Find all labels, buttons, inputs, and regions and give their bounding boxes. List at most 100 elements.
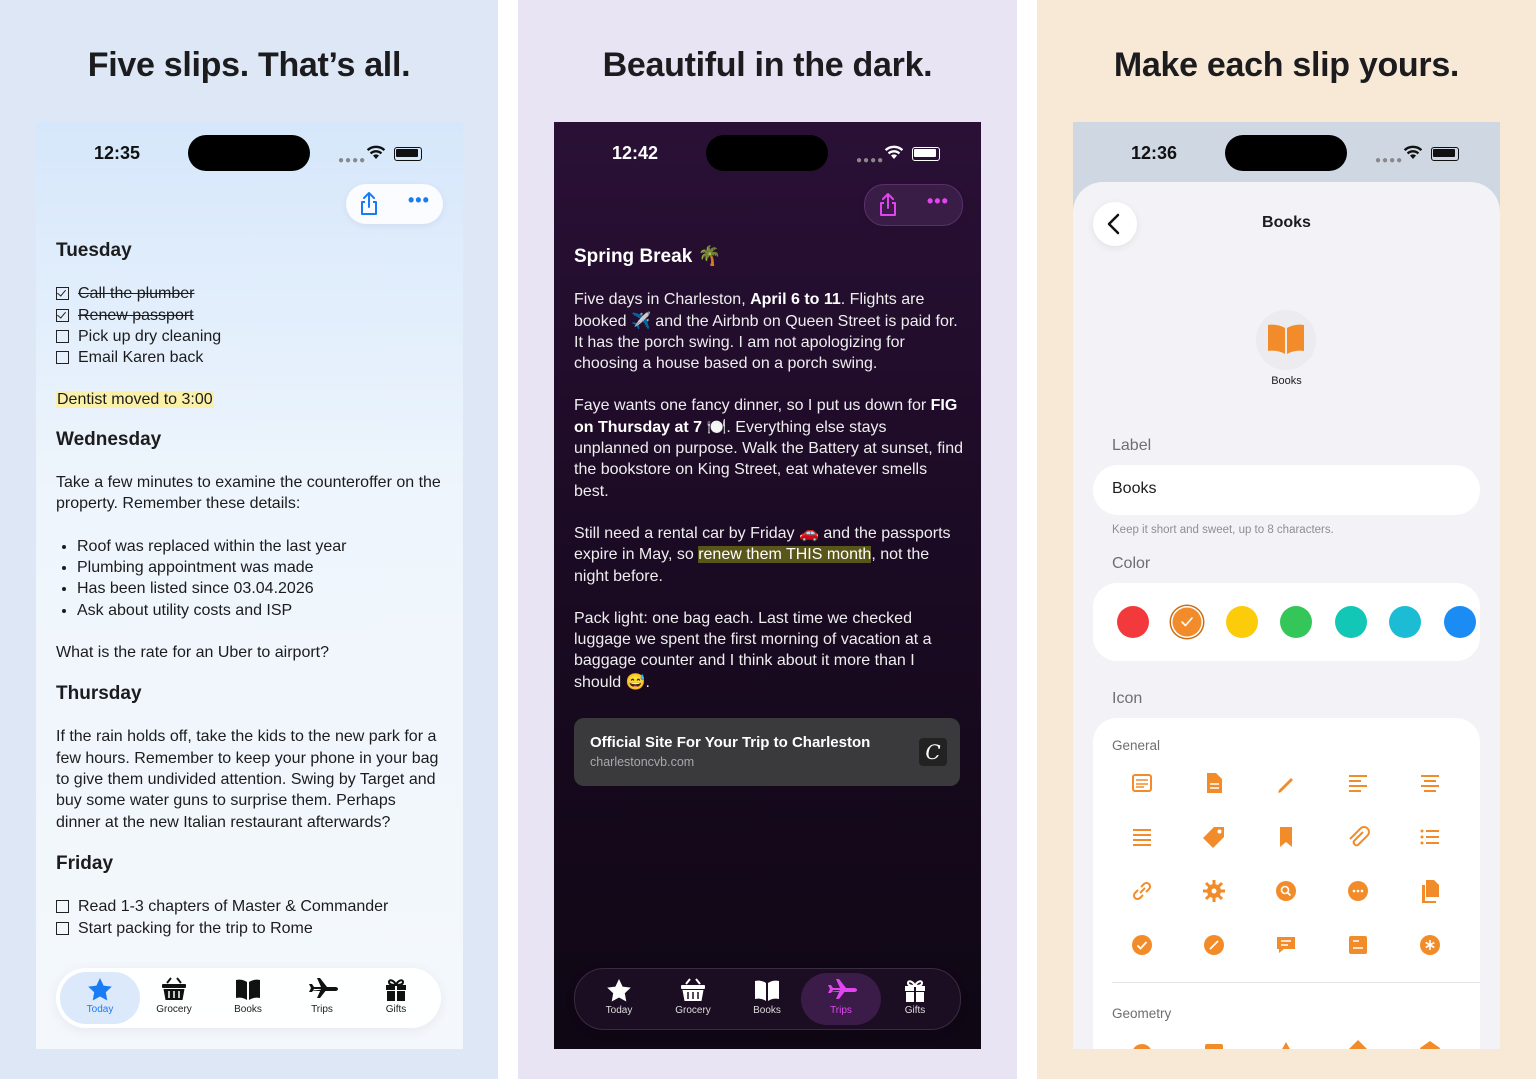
list-icon[interactable]	[1415, 822, 1445, 852]
wifi-icon	[1403, 145, 1423, 159]
checkbox[interactable]	[56, 351, 69, 365]
airplane-icon	[309, 978, 338, 998]
align-left-icon[interactable]	[1343, 768, 1373, 798]
tab-books[interactable]: Books	[208, 972, 288, 1024]
color-swatch-green[interactable]	[1280, 606, 1312, 638]
color-swatch-cyan[interactable]	[1389, 606, 1421, 638]
tab-grocery[interactable]: Grocery	[653, 973, 733, 1025]
status-bar: 12:42 ●●●●	[554, 122, 981, 184]
chat-icon[interactable]	[1271, 930, 1301, 960]
color-swatch-orange[interactable]	[1171, 606, 1203, 638]
list-item: Plumbing appointment was made	[77, 557, 443, 578]
todo-item[interactable]: Email Karen back	[56, 347, 443, 368]
pentagon-icon[interactable]	[1415, 1036, 1445, 1049]
section-color: Color	[1112, 555, 1151, 572]
todo-item[interactable]: Read 1-3 chapters of Master & Commander	[56, 896, 443, 917]
diamond-icon[interactable]	[1343, 1036, 1373, 1049]
label-field[interactable]: Books	[1093, 465, 1480, 515]
search-icon[interactable]	[1271, 876, 1301, 906]
dynamic-island	[1225, 135, 1347, 171]
color-swatch-red[interactable]	[1117, 606, 1149, 638]
tab-gifts[interactable]: Gifts	[356, 972, 436, 1024]
bookmark-icon[interactable]	[1271, 822, 1301, 852]
card-icon[interactable]	[1343, 930, 1373, 960]
panel-middle: Beautiful in the dark. 12:42 ●●●● ••• Sp…	[518, 0, 1017, 1079]
link-icon[interactable]	[1127, 876, 1157, 906]
document-icon[interactable]	[1199, 768, 1229, 798]
checkbox[interactable]	[56, 308, 69, 322]
note-icon[interactable]	[1127, 768, 1157, 798]
more-icon[interactable]: •••	[927, 191, 949, 212]
checkbox[interactable]	[56, 921, 69, 935]
heading-friday: Friday	[56, 852, 114, 874]
ellipsis-icon[interactable]	[1343, 876, 1373, 906]
tab-gifts[interactable]: Gifts	[875, 973, 955, 1025]
color-swatch-teal[interactable]	[1335, 606, 1367, 638]
status-bar: 12:36 ●●●●	[1073, 122, 1500, 184]
battery-icon	[1431, 147, 1459, 161]
status-bar: 12:35 ●●●●	[36, 122, 463, 184]
tag-icon[interactable]	[1199, 822, 1229, 852]
phone-screen: 12:42 ●●●● ••• Spring Break 🌴 Five days …	[554, 122, 981, 1049]
todo-item[interactable]: Call the plumber	[56, 283, 443, 304]
share-icon[interactable]	[877, 192, 899, 218]
paragraph: Take a few minutes to examine the counte…	[56, 474, 441, 513]
checkbox[interactable]	[56, 900, 69, 914]
list-item: Ask about utility costs and ISP	[77, 600, 443, 621]
clock: 12:36	[1131, 143, 1178, 163]
copy-icon[interactable]	[1415, 876, 1445, 906]
todo-item[interactable]: Renew passport	[56, 305, 443, 326]
square-icon[interactable]	[1199, 1036, 1229, 1049]
group-general: General	[1112, 738, 1161, 753]
phone-screen: 12:36 ●●●● Books Books Label Books Keep …	[1073, 122, 1500, 1049]
book-icon	[1268, 324, 1304, 354]
book-icon	[236, 979, 260, 1000]
paragraph: Five days in Charleston, April 6 to 11. …	[574, 291, 958, 373]
align-center-icon[interactable]	[1415, 768, 1445, 798]
checkmark-circle-icon[interactable]	[1127, 930, 1157, 960]
phone-screen: 12:35 ●●●● ••• Tuesday Call the plumber …	[36, 122, 463, 1049]
triangle-icon[interactable]	[1271, 1036, 1301, 1049]
headline: Make each slip yours.	[1113, 46, 1460, 84]
asterisk-icon[interactable]	[1415, 930, 1445, 960]
battery-icon	[394, 147, 422, 161]
note-body[interactable]: Tuesday Call the plumber Renew passport …	[56, 240, 443, 939]
paperclip-icon[interactable]	[1343, 822, 1373, 852]
color-swatch-blue[interactable]	[1444, 606, 1476, 638]
note-body[interactable]: Spring Break 🌴 Five days in Charleston, …	[574, 246, 963, 693]
tab-trips[interactable]: Trips	[282, 972, 362, 1024]
clock: 12:35	[94, 143, 141, 163]
signal-icon: ●●●●	[856, 155, 885, 166]
color-swatch-yellow[interactable]	[1226, 606, 1258, 638]
tab-trips[interactable]: Trips	[801, 973, 881, 1025]
lines-icon[interactable]	[1127, 822, 1157, 852]
link-preview-card[interactable]: Official Site For Your Trip to Charlesto…	[574, 718, 960, 786]
slash-icon[interactable]	[1199, 930, 1229, 960]
site-logo: C	[919, 738, 947, 766]
panel-right: Make each slip yours. 12:36 ●●●● Books B…	[1037, 0, 1536, 1079]
share-icon[interactable]	[358, 191, 380, 217]
circle-icon[interactable]	[1127, 1036, 1157, 1049]
tab-books[interactable]: Books	[727, 973, 807, 1025]
star-icon	[607, 979, 631, 1002]
tab-grocery[interactable]: Grocery	[134, 972, 214, 1024]
heading-thursday: Thursday	[56, 683, 142, 705]
more-icon[interactable]: •••	[408, 190, 430, 211]
todo-item[interactable]: Pick up dry cleaning	[56, 326, 443, 347]
paragraph: Faye wants one fancy dinner, so I put us…	[574, 397, 963, 500]
preview-label: Books	[1271, 375, 1302, 387]
gear-icon[interactable]	[1199, 876, 1229, 906]
checkbox[interactable]	[56, 330, 69, 344]
paragraph: If the rain holds off, take the kids to …	[56, 728, 439, 831]
gift-icon	[905, 980, 925, 1002]
todo-item[interactable]: Start packing for the trip to Rome	[56, 918, 443, 939]
panel-left: Five slips. That’s all. 12:35 ●●●● ••• T…	[0, 0, 498, 1079]
tab-today[interactable]: Today	[579, 973, 659, 1025]
tab-today[interactable]: Today	[60, 972, 140, 1024]
note-title: Spring Break 🌴	[574, 246, 722, 267]
checkbox[interactable]	[56, 287, 69, 301]
sheet-title: Books	[1262, 214, 1311, 231]
pencil-icon[interactable]	[1271, 768, 1301, 798]
airplane-icon	[828, 979, 857, 999]
paragraph: What is the rate for an Uber to airport?	[56, 643, 330, 661]
